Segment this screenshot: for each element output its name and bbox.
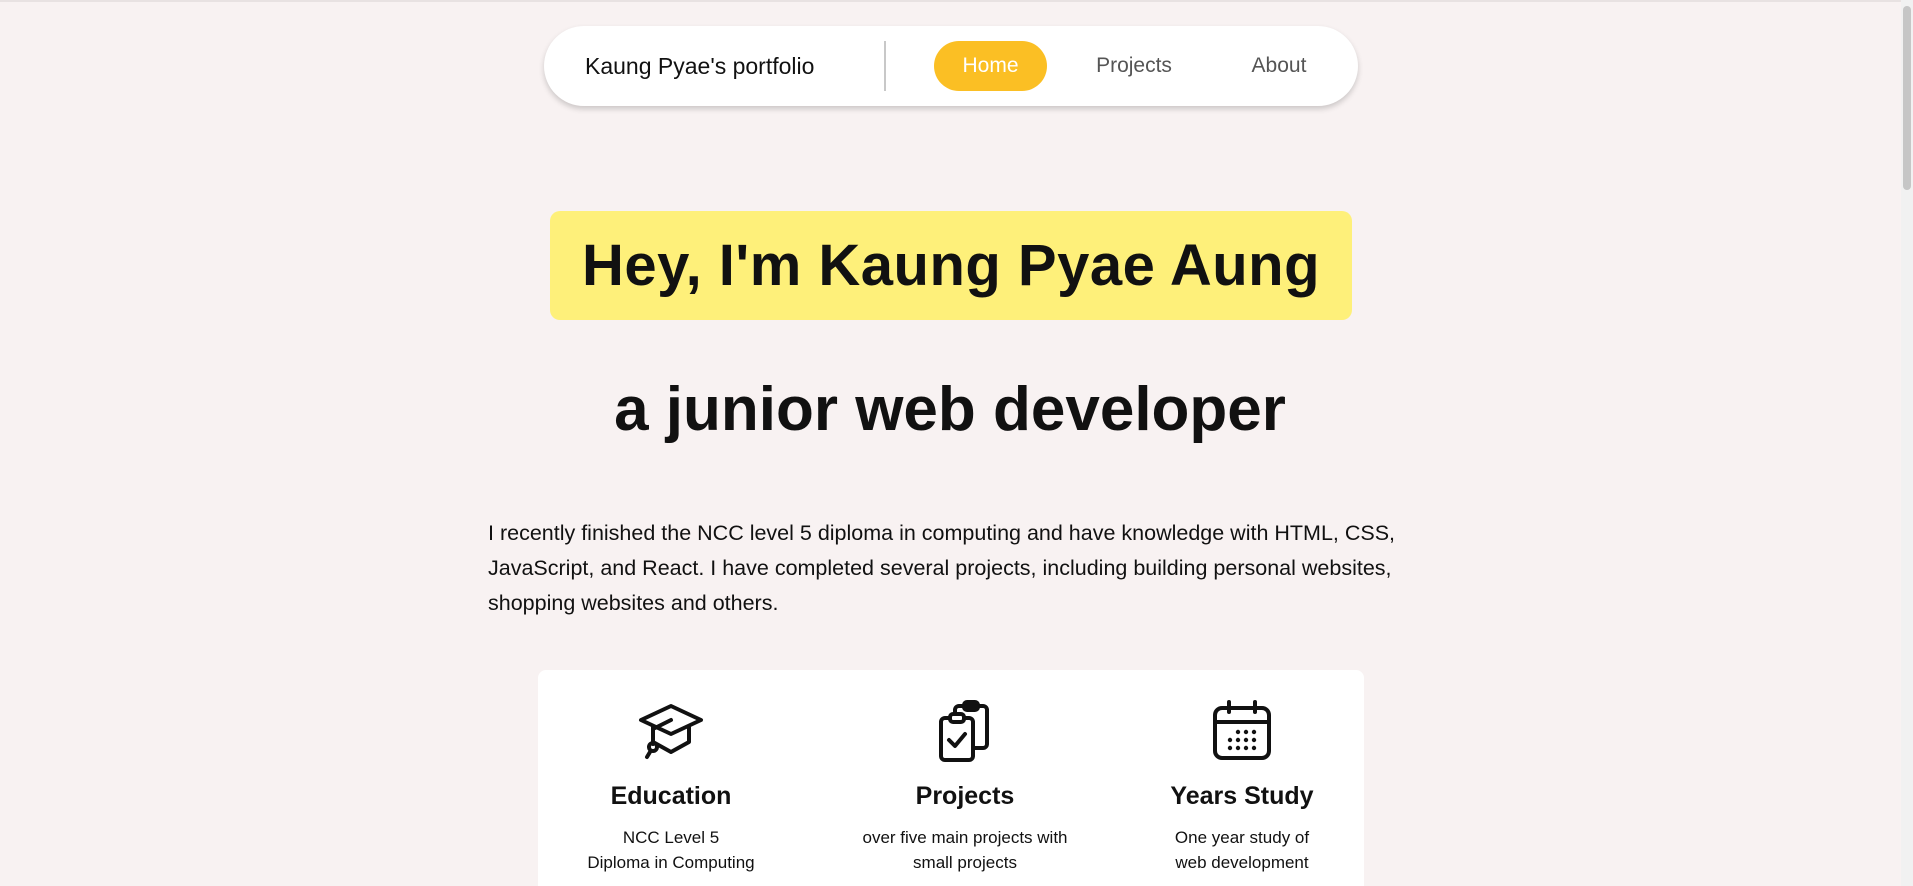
card-description: over five main projects with small proje… xyxy=(835,825,1095,875)
hero-highlight: Hey, I'm Kaung Pyae Aung xyxy=(550,211,1352,320)
vertical-scrollbar[interactable] xyxy=(1901,0,1913,886)
card-desc-line: NCC Level 5 xyxy=(622,828,720,847)
top-border xyxy=(0,0,1913,2)
card-description: One year study of web development xyxy=(1112,825,1372,875)
calendar-icon xyxy=(1112,700,1372,764)
stats-cards: Education NCC Level 5 Diploma in Computi… xyxy=(538,670,1364,886)
clipboard-check-icon xyxy=(835,700,1095,764)
card-desc-line: One year study of xyxy=(1174,828,1310,847)
hero-title: Hey, I'm Kaung Pyae Aung xyxy=(581,233,1321,298)
brand-title[interactable]: Kaung Pyae's portfolio xyxy=(585,53,814,80)
card-desc-line: Diploma in Computing xyxy=(587,853,755,872)
nav-home-link[interactable]: Home xyxy=(934,41,1047,91)
page: Kaung Pyae's portfolio Home Projects Abo… xyxy=(0,0,1913,886)
card-desc-line: over five main projects with xyxy=(862,828,1068,847)
intro-paragraph: I recently finished the NCC level 5 dipl… xyxy=(488,521,1396,615)
nav-divider xyxy=(884,41,886,91)
card-description: NCC Level 5 Diploma in Computing xyxy=(541,825,801,875)
hero-subtitle: a junior web developer xyxy=(614,375,1286,444)
nav-about-link[interactable]: About xyxy=(1224,41,1334,91)
card-title: Projects xyxy=(915,782,1015,810)
graduation-cap-icon xyxy=(541,700,801,764)
card-title: Education xyxy=(610,782,732,810)
card-desc-line: web development xyxy=(1175,853,1309,872)
card-title: Years Study xyxy=(1170,782,1314,810)
card-desc-line: small projects xyxy=(913,853,1017,872)
scrollbar-thumb[interactable] xyxy=(1903,6,1911,190)
navbar: Kaung Pyae's portfolio Home Projects Abo… xyxy=(544,26,1358,106)
nav-projects-link[interactable]: Projects xyxy=(1079,41,1189,91)
